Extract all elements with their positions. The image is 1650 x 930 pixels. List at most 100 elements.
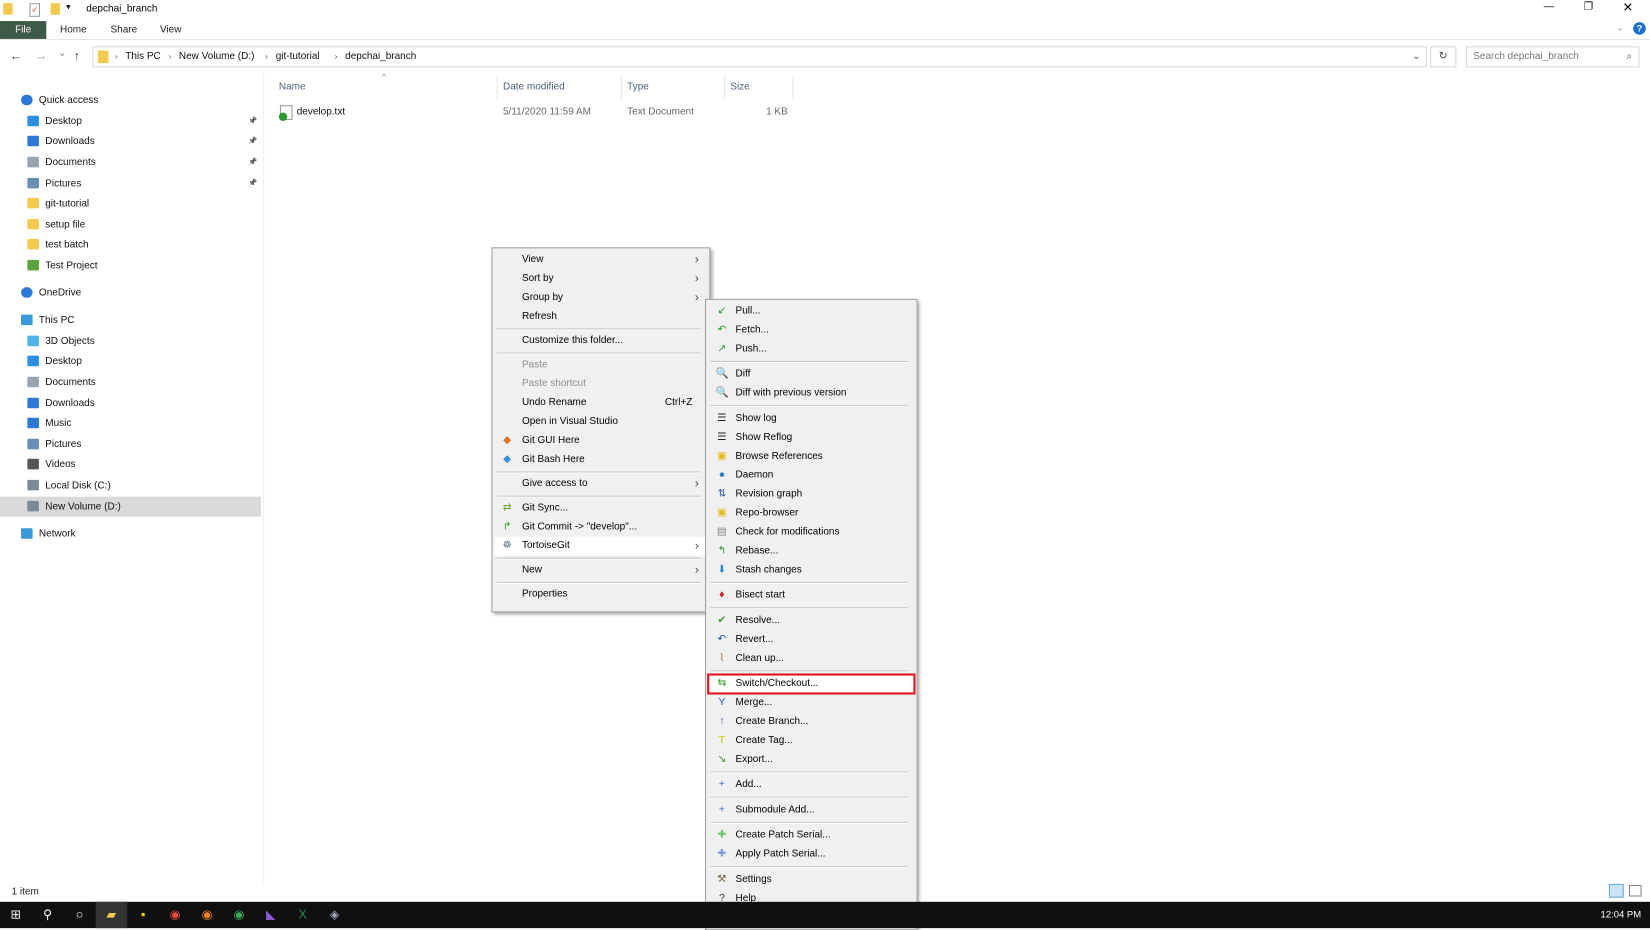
menu-item-submodule-add[interactable]: + Submodule Add...	[708, 801, 914, 820]
visual-studio-icon[interactable]: ◣	[255, 902, 287, 928]
menu-item-rebase[interactable]: ↰ Rebase...	[708, 542, 914, 561]
clock[interactable]: 12:04 PM	[1601, 909, 1642, 920]
menu-item-browse-references[interactable]: ▣ Browse References	[708, 447, 914, 466]
sidebar-item-desktop[interactable]: Desktop 📌	[0, 111, 261, 131]
column-header-type[interactable]: Type	[627, 80, 649, 95]
sidebar-item-git-tutorial[interactable]: git-tutorial	[0, 193, 261, 213]
menu-item-export[interactable]: ↘ Export...	[708, 750, 914, 769]
menu-item-show-log[interactable]: ☰ Show log	[708, 409, 914, 428]
details-view-button[interactable]	[1608, 883, 1624, 898]
close-button[interactable]: ✕	[1623, 0, 1634, 15]
menu-item-git-commit-develop[interactable]: ↱ Git Commit -> "develop"...	[495, 518, 708, 537]
menu-item-paste[interactable]: Paste	[495, 356, 708, 375]
column-divider[interactable]	[620, 75, 622, 99]
expand-ribbon-icon[interactable]: ⌄	[1616, 22, 1624, 34]
menu-item-diff[interactable]: 🔍 Diff	[708, 365, 914, 384]
chrome-icon[interactable]: ◉	[159, 902, 191, 928]
menu-item-give-access-to[interactable]: Give access to ›	[495, 475, 708, 494]
menu-item-refresh[interactable]: Refresh	[495, 307, 708, 326]
menu-item-apply-patch-serial[interactable]: ✚ Apply Patch Serial...	[708, 845, 914, 864]
menu-item-tortoisegit[interactable]: ☸ TortoiseGit ›	[494, 536, 708, 556]
sidebar-item-desktop[interactable]: Desktop	[0, 351, 261, 371]
sidebar-item-onedrive[interactable]: OneDrive	[0, 283, 261, 303]
pane-divider[interactable]	[263, 73, 265, 884]
pin-icon[interactable]: 📌	[248, 131, 257, 151]
sidebar-item-local-disk-c[interactable]: Local Disk (C:)	[0, 475, 261, 495]
large-icons-view-button[interactable]	[1628, 884, 1642, 897]
menu-item-daemon[interactable]: ● Daemon	[708, 466, 914, 485]
sidebar-item-this-pc[interactable]: This PC	[0, 310, 261, 330]
start-icon[interactable]: ⊞	[0, 902, 32, 928]
menu-item-resolve[interactable]: ✔ Resolve...	[708, 611, 914, 630]
menu-item-create-patch-serial[interactable]: ✚ Create Patch Serial...	[708, 826, 914, 845]
menu-item-open-in-visual-studio[interactable]: Open in Visual Studio	[495, 413, 708, 432]
menu-item-repo-browser[interactable]: ▣ Repo-browser	[708, 504, 914, 523]
menu-item-sort-by[interactable]: Sort by ›	[495, 269, 708, 288]
menu-item-fetch[interactable]: ↶ Fetch...	[708, 321, 914, 340]
menu-item-group-by[interactable]: Group by ›	[495, 288, 708, 307]
sidebar-item-new-volume-d[interactable]: New Volume (D:)	[0, 496, 261, 517]
menu-item-settings[interactable]: ⚒ Settings	[708, 870, 914, 889]
search-input[interactable]: Search depchai_branch ⌕	[1465, 46, 1640, 68]
sidebar-item-3d-objects[interactable]: 3D Objects	[0, 331, 261, 351]
menu-item-bisect-start[interactable]: ♦ Bisect start	[708, 586, 914, 605]
menu-item-push[interactable]: ↗ Push...	[708, 340, 914, 359]
menu-item-add[interactable]: + Add...	[708, 776, 914, 795]
menu-item-check-for-modifications[interactable]: ▤ Check for modifications	[708, 523, 914, 542]
cortana-icon[interactable]: ○	[64, 902, 96, 928]
help-button[interactable]: ?	[1633, 22, 1646, 35]
sticky-notes-icon[interactable]: ▪	[128, 902, 160, 928]
breadcrumb-depchai-branch[interactable]: depchai_branch	[345, 47, 416, 66]
sidebar-item-quick-access[interactable]: Quick access	[0, 90, 261, 110]
menu-item-properties[interactable]: Properties	[495, 585, 708, 604]
sidebar-item-test-project[interactable]: Test Project	[0, 255, 261, 275]
menu-item-clean-up[interactable]: ⌇ Clean up...	[708, 649, 914, 668]
chrome-icon-2[interactable]: ◉	[223, 902, 255, 928]
menu-item-view[interactable]: View ›	[495, 250, 708, 269]
sidebar-item-videos[interactable]: Videos	[0, 454, 261, 474]
menu-item-show-reflog[interactable]: ☰ Show Reflog	[708, 428, 914, 447]
menu-item-stash-changes[interactable]: ⬇ Stash changes	[708, 561, 914, 580]
sidebar-item-pictures[interactable]: Pictures 📌	[0, 173, 261, 193]
menu-item-git-gui-here[interactable]: ◆ Git GUI Here	[495, 431, 708, 450]
column-divider[interactable]	[723, 75, 726, 99]
pin-icon[interactable]: 📌	[248, 173, 257, 193]
column-divider[interactable]	[792, 75, 794, 99]
column-divider[interactable]	[496, 75, 498, 99]
sidebar-item-downloads[interactable]: Downloads 📌	[0, 131, 261, 151]
refresh-button[interactable]: ↻	[1430, 46, 1457, 68]
menu-item-create-tag[interactable]: T Create Tag...	[708, 731, 914, 750]
sidebar-item-setup-file[interactable]: setup file	[0, 214, 261, 234]
menu-item-switch-checkout[interactable]: ⇆ Switch/Checkout...	[707, 673, 916, 695]
app-icon[interactable]: ◈	[319, 902, 351, 928]
pin-icon[interactable]: 📌	[248, 111, 257, 131]
menu-item-revision-graph[interactable]: ⇅ Revision graph	[708, 485, 914, 504]
restore-button[interactable]: ❐	[1584, 1, 1593, 13]
minimize-button[interactable]: —	[1544, 1, 1555, 13]
menu-item-new[interactable]: New ›	[495, 561, 708, 580]
pin-icon[interactable]: 📌	[248, 152, 257, 172]
sidebar-item-test-batch[interactable]: test batch	[0, 234, 261, 254]
firefox-icon[interactable]: ◉	[191, 902, 223, 928]
excel-icon[interactable]: X	[287, 902, 319, 928]
sidebar-item-music[interactable]: Music	[0, 413, 261, 433]
menu-item-customize-this-folder[interactable]: Customize this folder...	[495, 331, 708, 350]
menu-item-revert[interactable]: ↶ Revert...	[708, 630, 914, 649]
search-icon[interactable]: ⚲	[32, 902, 64, 928]
file-name[interactable]: develop.txt	[297, 105, 345, 120]
sidebar-item-pictures[interactable]: Pictures	[0, 434, 261, 454]
menu-item-diff-with-previous-version[interactable]: 🔍 Diff with previous version	[708, 384, 914, 403]
sidebar-item-downloads[interactable]: Downloads	[0, 393, 261, 413]
address-bar[interactable]: › This PC › New Volume (D:) › git-tutori…	[92, 46, 1427, 68]
menu-item-git-sync[interactable]: ⇄ Git Sync...	[495, 499, 708, 518]
menu-item-merge[interactable]: Y Merge...	[708, 693, 914, 712]
sidebar-item-documents[interactable]: Documents 📌	[0, 152, 261, 172]
file-explorer-icon[interactable]: ▰	[95, 901, 128, 929]
menu-item-undo-rename[interactable]: Undo Rename Ctrl+Z	[495, 394, 708, 413]
menu-item-git-bash-here[interactable]: ◆ Git Bash Here	[495, 450, 708, 469]
menu-item-paste-shortcut[interactable]: Paste shortcut	[495, 375, 708, 394]
sidebar-item-documents[interactable]: Documents	[0, 372, 261, 392]
address-dropdown-icon[interactable]: ⌄	[1412, 47, 1420, 66]
menu-item-pull[interactable]: ↙ Pull...	[708, 302, 914, 321]
column-header-date-modified[interactable]: Date modified	[503, 80, 565, 95]
